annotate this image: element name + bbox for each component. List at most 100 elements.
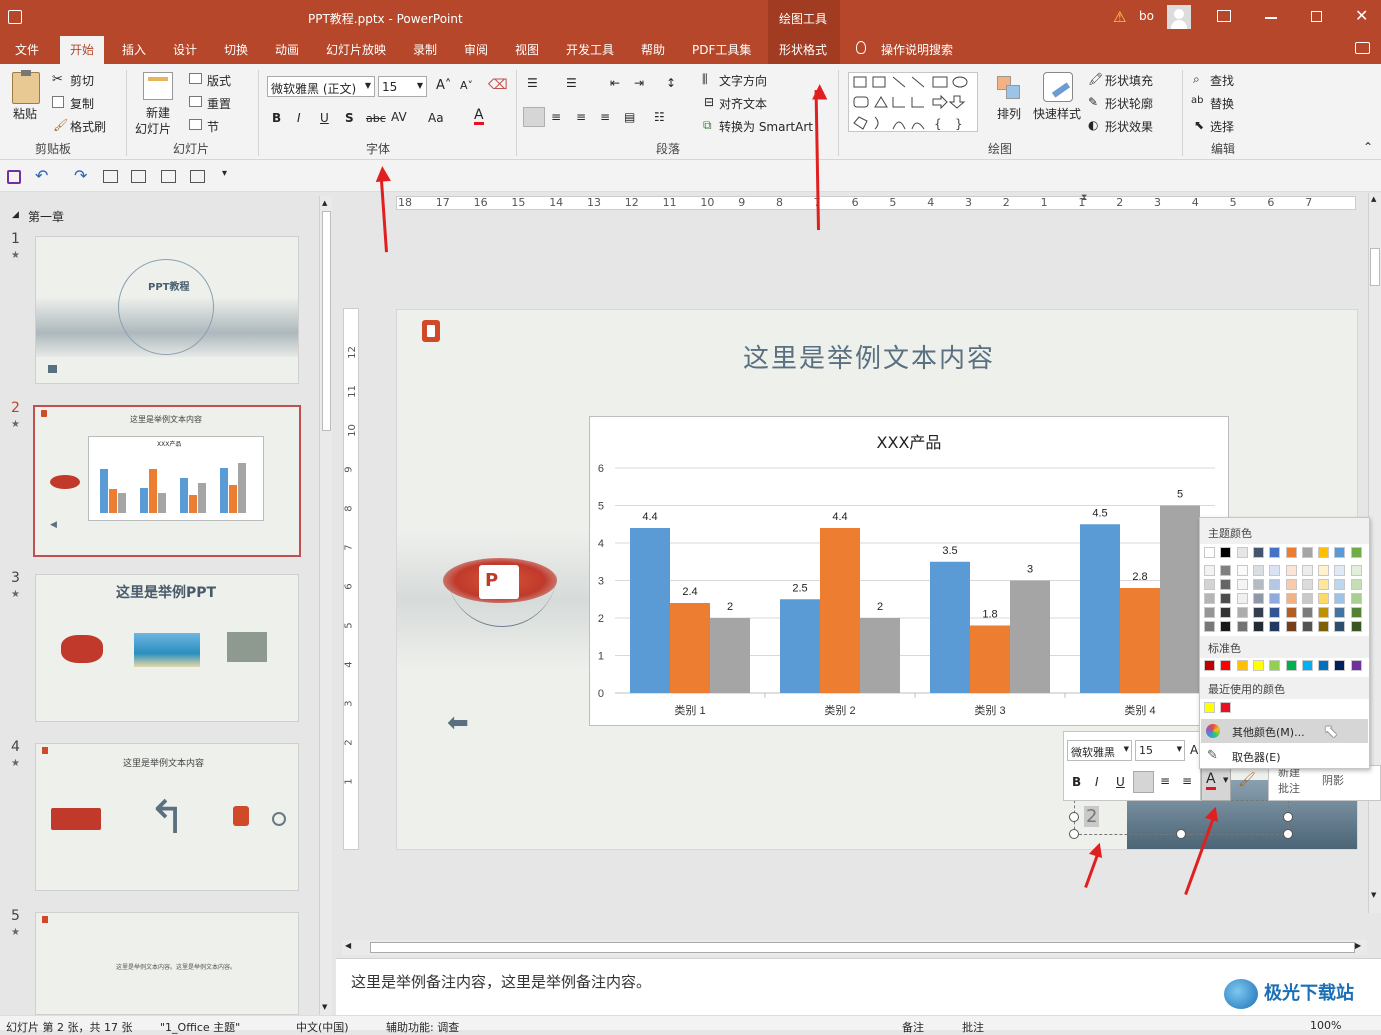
color-swatch[interactable] <box>1220 607 1232 618</box>
color-swatch[interactable] <box>1236 593 1248 604</box>
shrink-font-icon[interactable]: A˅ <box>460 79 473 92</box>
color-swatch[interactable] <box>1252 621 1264 632</box>
more-colors-item[interactable]: 其他颜色(M)... <box>1201 719 1368 743</box>
section-header[interactable]: 第一章 <box>28 208 64 225</box>
customize-qat-icon[interactable]: ▾ <box>222 168 227 179</box>
thumbnail-scrollbar[interactable]: ▲ ▼ <box>319 196 332 1016</box>
copy-button[interactable]: 复制 <box>70 95 94 112</box>
shadow-button[interactable]: 阴影 <box>1322 772 1344 788</box>
color-swatch[interactable] <box>1301 593 1313 604</box>
color-swatch[interactable] <box>1220 660 1232 671</box>
ribbon-display-icon[interactable] <box>1217 10 1231 22</box>
user-name[interactable]: bo <box>1139 9 1154 23</box>
undo-icon[interactable]: ↶ <box>35 166 48 185</box>
color-swatch[interactable] <box>1269 593 1281 604</box>
color-swatch[interactable] <box>1318 607 1330 618</box>
shape-effects-icon[interactable]: ◐ <box>1088 118 1098 132</box>
minimize-icon[interactable] <box>1265 17 1277 19</box>
status-language[interactable]: 中文(中国) <box>296 1019 349 1035</box>
reset-icon[interactable] <box>189 96 202 107</box>
color-swatch[interactable] <box>1350 547 1362 558</box>
bold-icon[interactable]: B <box>272 111 281 125</box>
resize-handle[interactable] <box>1176 829 1186 839</box>
color-swatch[interactable] <box>1220 593 1232 604</box>
warning-icon[interactable]: ⚠ <box>1113 8 1126 26</box>
comments-button[interactable]: 批注 <box>962 1019 984 1035</box>
color-swatch[interactable] <box>1285 547 1297 558</box>
bullets-icon[interactable]: ☰ <box>527 76 538 90</box>
back-arrow-icon[interactable]: ⬅ <box>447 710 469 736</box>
slide-thumbnail-1[interactable]: PPT教程 <box>35 236 299 384</box>
color-swatch[interactable] <box>1334 547 1346 558</box>
color-swatch[interactable] <box>1334 660 1346 671</box>
convert-smartart-button[interactable]: 转换为 SmartArt <box>719 118 813 135</box>
shape-fill-icon[interactable]: 🖍 <box>1088 72 1103 86</box>
align-right-icon[interactable]: ≡ <box>576 110 586 124</box>
color-swatch[interactable] <box>1220 565 1232 576</box>
color-swatch[interactable] <box>1334 607 1346 618</box>
slide-thumbnail-3[interactable]: 这里是举例PPT <box>35 574 299 722</box>
font-color-icon[interactable]: A <box>474 108 484 125</box>
resize-handle[interactable] <box>1283 829 1293 839</box>
mini-align-right-icon[interactable]: ≡ <box>1182 774 1192 788</box>
color-swatch[interactable] <box>1318 547 1330 558</box>
strikethrough-icon[interactable]: abc <box>366 112 386 125</box>
color-swatch[interactable] <box>1204 565 1215 576</box>
align-text-icon[interactable]: ⊟ <box>704 95 714 109</box>
color-swatch[interactable] <box>1301 621 1313 632</box>
select-icon[interactable]: ⬉ <box>1194 118 1204 132</box>
tab-view[interactable]: 视图 <box>515 41 539 58</box>
color-swatch[interactable] <box>1350 607 1362 618</box>
color-swatch[interactable] <box>1301 660 1313 671</box>
resize-handle[interactable] <box>1283 812 1293 822</box>
mini-bold-icon[interactable]: B <box>1072 775 1081 789</box>
color-swatch[interactable] <box>1285 593 1297 604</box>
close-icon[interactable]: ✕ <box>1355 6 1368 25</box>
indent-marker[interactable]: ⧗ <box>1081 193 1087 203</box>
increase-indent-icon[interactable]: ⇥ <box>634 76 644 90</box>
tab-review[interactable]: 审阅 <box>464 41 488 58</box>
justify-icon[interactable]: ≡ <box>600 110 610 124</box>
color-swatch[interactable] <box>1301 607 1313 618</box>
color-swatch[interactable] <box>1252 607 1264 618</box>
color-swatch[interactable] <box>1269 660 1281 671</box>
color-swatch[interactable] <box>1220 547 1232 558</box>
color-swatch[interactable] <box>1318 565 1330 576</box>
find-icon[interactable]: ⌕ <box>1193 72 1200 87</box>
color-swatch[interactable] <box>1318 593 1330 604</box>
color-swatch[interactable] <box>1285 621 1297 632</box>
tell-me-search[interactable]: 操作说明搜索 <box>881 41 953 58</box>
replace-button[interactable]: 替换 <box>1210 95 1234 112</box>
color-swatch[interactable] <box>1301 579 1313 590</box>
color-swatch[interactable] <box>1350 660 1362 671</box>
distribute-icon[interactable]: ▤ <box>624 110 635 124</box>
change-case-icon[interactable]: Aa <box>428 111 444 125</box>
cut-icon[interactable]: ✂ <box>52 72 63 87</box>
color-swatch[interactable] <box>1285 565 1297 576</box>
shape-outline-icon[interactable]: ✎ <box>1088 95 1098 109</box>
color-swatch[interactable] <box>1350 579 1362 590</box>
select-button[interactable]: 选择 <box>1210 118 1234 135</box>
text-direction-icon[interactable]: ⫼ <box>702 72 708 87</box>
editor-horizontal-scrollbar[interactable]: ◀ ▶ <box>342 940 1367 955</box>
color-swatch[interactable] <box>1236 607 1248 618</box>
color-swatch[interactable] <box>1285 607 1297 618</box>
color-swatch[interactable] <box>1269 607 1281 618</box>
layout-icon[interactable] <box>189 73 202 84</box>
grow-font-icon[interactable]: A˄ <box>436 78 451 93</box>
color-swatch[interactable] <box>1269 565 1281 576</box>
align-center-icon[interactable]: ≡ <box>551 110 561 124</box>
color-swatch[interactable] <box>1204 607 1215 618</box>
tab-record[interactable]: 录制 <box>413 41 437 58</box>
color-swatch[interactable] <box>1301 565 1313 576</box>
paste-icon[interactable] <box>12 70 40 104</box>
zoom-level[interactable]: 100% <box>1310 1019 1341 1032</box>
slide-title[interactable]: 这里是举例文本内容 <box>743 338 995 375</box>
color-swatch[interactable] <box>1318 621 1330 632</box>
tab-home[interactable]: 开始 <box>60 36 105 64</box>
font-name-dropdown[interactable]: 微软雅黑 (正文) ▼ <box>267 76 375 97</box>
color-swatch[interactable] <box>1220 702 1232 713</box>
color-swatch[interactable] <box>1220 579 1232 590</box>
mini-underline-icon[interactable]: U <box>1116 775 1125 789</box>
color-swatch[interactable] <box>1204 702 1215 713</box>
